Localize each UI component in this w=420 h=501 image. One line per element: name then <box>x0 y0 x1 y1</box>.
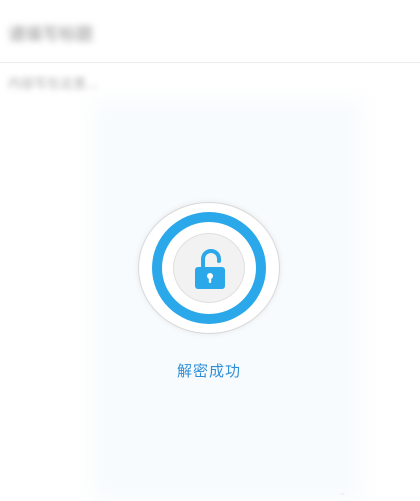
unlocked-padlock-icon <box>195 249 225 289</box>
unlock-badge-core <box>173 233 245 303</box>
unlock-progress-ring <box>152 212 266 324</box>
unlock-status-text: 解密成功 <box>176 362 241 380</box>
unlock-badge <box>138 202 280 334</box>
unlock-overlay: 解密成功 <box>0 0 420 501</box>
corner-mark: ·· <box>340 490 346 499</box>
